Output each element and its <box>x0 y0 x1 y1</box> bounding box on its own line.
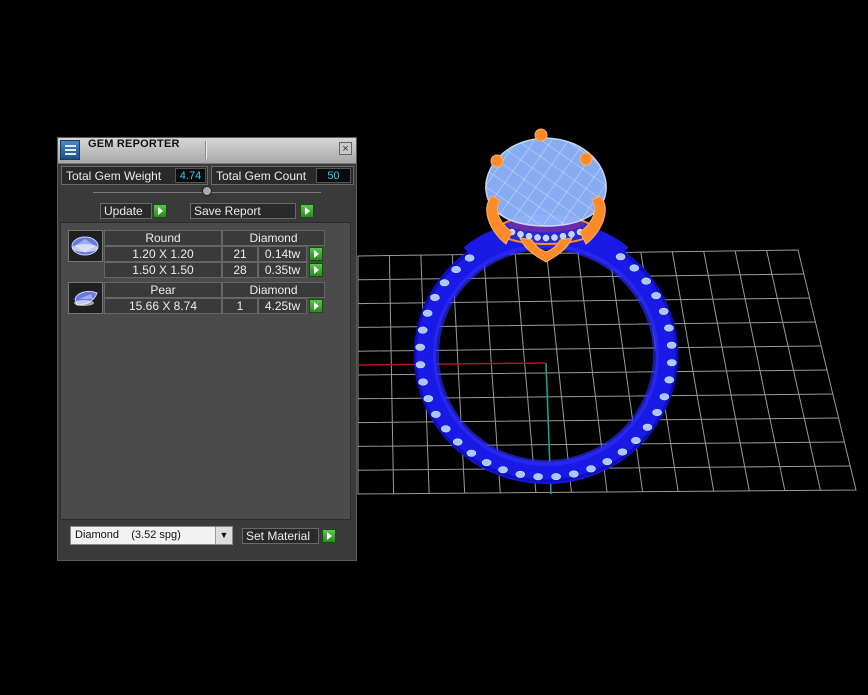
total-count-value: 50 <box>316 168 351 183</box>
gem-reporter-panel: GEM REPORTER × Total Gem Weight 4.74 Tot… <box>57 137 357 561</box>
side-stone <box>615 253 626 261</box>
set-material-label: Set Material <box>246 529 311 543</box>
gem-count-cell: 28 <box>222 262 258 278</box>
gem-list[interactable]: Round Diamond 1.20 X 1.20 21 0.14tw 1.50… <box>60 222 351 520</box>
gallery-stone <box>559 232 567 240</box>
gem-weight-cell: 4.25tw <box>258 298 307 314</box>
chevron-down-icon[interactable]: ▼ <box>215 527 232 544</box>
side-stone <box>423 395 434 403</box>
gem-weight-cell: 0.14tw <box>258 246 307 262</box>
side-stone <box>551 473 561 481</box>
splitter-handle[interactable] <box>202 186 212 196</box>
update-button[interactable]: Update <box>100 203 152 219</box>
side-stone <box>452 438 463 446</box>
material-select-value: Diamond (3.52 spg) <box>75 529 181 541</box>
gem-shape-cell: Pear <box>104 282 222 298</box>
side-stone <box>415 361 426 369</box>
total-count-box: Total Gem Count 50 <box>211 166 354 185</box>
gallery-stone <box>534 234 541 241</box>
title-bar[interactable]: GEM REPORTER × <box>58 138 356 164</box>
gem-material-cell: Diamond <box>222 282 325 298</box>
gem-count-cell: 1 <box>222 298 258 314</box>
side-stone <box>602 458 613 466</box>
title-divider <box>205 141 207 159</box>
row-select-button[interactable] <box>309 247 323 261</box>
side-stone <box>664 324 674 332</box>
save-report-go-button[interactable] <box>300 204 314 218</box>
pear-gem-icon[interactable] <box>68 282 103 314</box>
gem-reporter-icon <box>60 140 80 160</box>
side-stone <box>417 326 428 334</box>
total-weight-label: Total Gem Weight <box>66 169 162 183</box>
row-select-button[interactable] <box>309 263 323 277</box>
side-stone <box>439 279 450 287</box>
side-stone <box>658 307 669 315</box>
side-stone <box>642 423 653 431</box>
close-button[interactable]: × <box>339 142 352 155</box>
side-stone <box>659 393 670 401</box>
side-stone <box>481 459 492 467</box>
gem-material-cell: Diamond <box>222 230 325 246</box>
side-stone <box>418 378 428 386</box>
row-select-button[interactable] <box>309 299 323 313</box>
side-stone <box>666 341 677 349</box>
side-stone <box>651 292 661 300</box>
total-weight-value: 4.74 <box>175 168 206 183</box>
gallery-stone <box>551 234 558 241</box>
total-count-label: Total Gem Count <box>216 169 307 183</box>
update-go-button[interactable] <box>153 204 167 218</box>
side-stone <box>440 425 451 433</box>
side-stone <box>415 343 426 351</box>
gem-size-cell: 15.66 X 8.74 <box>104 298 222 314</box>
gallery-stone <box>568 231 575 238</box>
gem-size-cell: 1.20 X 1.20 <box>104 246 222 262</box>
side-stone <box>431 410 441 418</box>
gallery-stone <box>517 231 524 238</box>
gem-size-cell: 1.50 X 1.50 <box>104 262 222 278</box>
side-stone <box>498 466 508 474</box>
gem-shape-cell: Round <box>104 230 222 246</box>
x-axis-line <box>357 362 546 366</box>
side-stone <box>533 473 543 481</box>
side-stone <box>515 470 526 478</box>
side-stone <box>466 449 477 457</box>
side-stone <box>617 448 628 456</box>
side-stone <box>629 264 640 272</box>
side-stone <box>464 254 475 262</box>
set-material-button[interactable]: Set Material <box>242 528 319 544</box>
side-stone <box>641 277 652 285</box>
close-icon: × <box>342 143 349 155</box>
material-select[interactable]: Diamond (3.52 spg) ▼ <box>70 526 233 545</box>
gallery-stone <box>542 234 550 242</box>
gem-count-cell: 21 <box>222 246 258 262</box>
gallery-stone <box>525 232 533 240</box>
side-stone <box>666 359 677 367</box>
side-stone <box>664 376 675 384</box>
side-stone <box>586 465 596 473</box>
total-weight-box: Total Gem Weight 4.74 <box>61 166 208 185</box>
gem-weight-cell: 0.35tw <box>258 262 307 278</box>
save-report-label: Save Report <box>194 204 261 218</box>
side-stone <box>568 470 579 478</box>
side-stone <box>422 309 433 317</box>
side-stone <box>631 436 641 444</box>
side-stone <box>430 293 440 301</box>
set-material-go-button[interactable] <box>322 529 336 543</box>
side-stone <box>451 265 461 273</box>
update-label: Update <box>104 204 143 218</box>
round-gem-icon[interactable] <box>68 230 103 262</box>
panel-title: GEM REPORTER <box>88 138 180 150</box>
save-report-button[interactable]: Save Report <box>190 203 296 219</box>
side-stone <box>652 408 662 416</box>
ring-model <box>413 128 679 484</box>
